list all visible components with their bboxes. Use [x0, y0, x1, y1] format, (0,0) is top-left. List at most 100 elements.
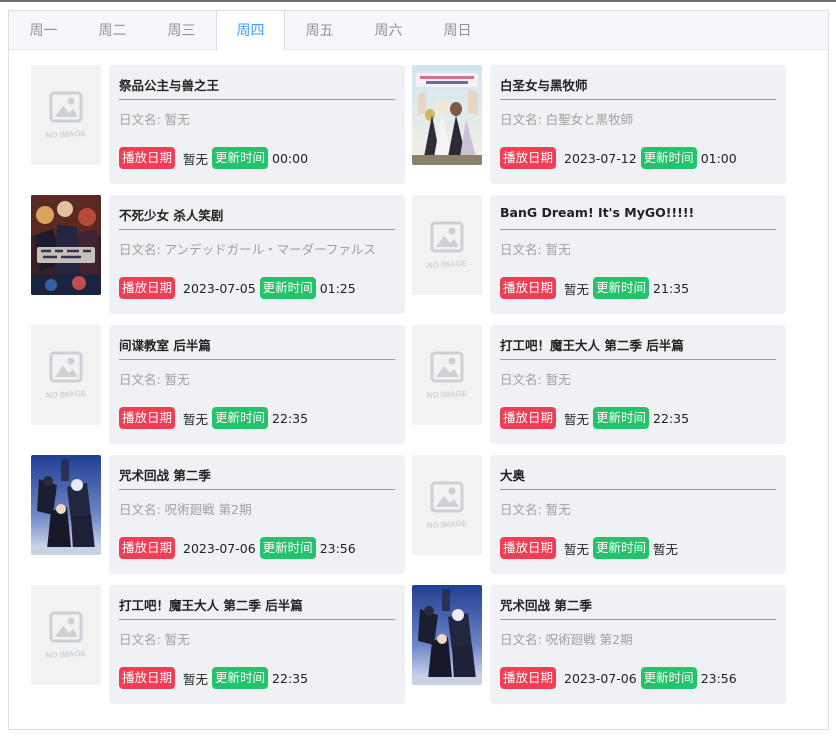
card-divider — [500, 489, 776, 490]
schedule-meta: 播放日期 暂无 更新时间 00:00 — [119, 147, 308, 169]
card-divider — [119, 359, 395, 360]
card-divider — [500, 99, 776, 100]
no-image-cover[interactable]: NO IMAGE — [412, 195, 482, 295]
update-time-value: 22:35 — [272, 670, 309, 686]
update-time-tag: 更新时间 — [259, 277, 316, 299]
cover-jujutsu-kaisen-image — [31, 455, 101, 555]
anime-card[interactable]: 咒术回战 第二季 日文名: 呪術廻戦 第2期 播放日期 2023-07-06 更… — [490, 585, 786, 704]
schedule-meta: 播放日期 2023-07-05 更新时间 01:25 — [119, 277, 356, 299]
anime-title[interactable]: 打工吧！魔王大人 第二季 后半篇 — [119, 595, 395, 614]
anime-title[interactable]: 不死少女 杀人笑剧 — [119, 205, 395, 224]
card-divider — [119, 489, 395, 490]
schedule-panel: 周一 周二 周三 周四 周五 周六 周日 NO IMAGE 祭品公主与兽之王 日文名: 暂无… — [8, 10, 829, 730]
air-date-tag: 播放日期 — [500, 667, 557, 689]
air-date-value: 暂无 — [564, 281, 590, 297]
anime-card[interactable]: 打工吧！魔王大人 第二季 后半篇 日文名: 暂无 播放日期 暂无 更新时间 22… — [109, 585, 405, 704]
update-time-value: 01:00 — [700, 150, 737, 166]
anime-title[interactable]: 祭品公主与兽之王 — [119, 75, 395, 94]
cover-shiro-seijo-image — [412, 65, 482, 165]
no-image-cover[interactable]: NO IMAGE — [412, 325, 482, 425]
air-date-value: 2023-07-06 — [564, 670, 637, 686]
anime-title[interactable]: BanG Dream! It's MyGO!!!!! — [500, 205, 776, 220]
update-time-tag: 更新时间 — [640, 147, 697, 169]
anime-card[interactable]: 打工吧！魔王大人 第二季 后半篇 日文名: 暂无 播放日期 暂无 更新时间 22… — [490, 325, 786, 444]
update-time-value: 22:35 — [653, 410, 690, 426]
anime-title[interactable]: 白圣女与黑牧师 — [500, 75, 776, 94]
update-time-value: 23:56 — [700, 670, 737, 686]
anime-title[interactable]: 咒术回战 第二季 — [500, 595, 776, 614]
update-time-tag: 更新时间 — [593, 277, 650, 299]
schedule-meta: 播放日期 暂无 更新时间 22:35 — [119, 407, 308, 429]
anime-title[interactable]: 打工吧！魔王大人 第二季 后半篇 — [500, 335, 776, 354]
update-time-tag: 更新时间 — [259, 537, 316, 559]
no-image-cover[interactable]: NO IMAGE — [31, 65, 101, 165]
anime-card-grid: NO IMAGE 祭品公主与兽之王 日文名: 暂无 播放日期 暂无 更新时间 0… — [9, 11, 828, 729]
no-image-placeholder-icon: NO IMAGE — [412, 195, 482, 295]
card-divider — [500, 619, 776, 620]
anime-title[interactable]: 大奥 — [500, 465, 776, 484]
japanese-name: 日文名: 暂无 — [119, 632, 190, 647]
air-date-value: 暂无 — [564, 541, 590, 557]
air-date-value: 2023-07-12 — [564, 150, 637, 166]
anime-card[interactable]: 白圣女与黑牧师 日文名: 白聖女と黒牧師 播放日期 2023-07-12 更新时… — [490, 65, 786, 184]
japanese-name: 日文名: 呪術廻戦 第2期 — [500, 632, 633, 647]
no-image-cover[interactable]: NO IMAGE — [31, 585, 101, 685]
update-time-value: 01:25 — [319, 280, 356, 296]
air-date-tag: 播放日期 — [119, 667, 176, 689]
anime-card[interactable]: BanG Dream! It's MyGO!!!!! 日文名: 暂无 播放日期 … — [490, 195, 786, 314]
anime-cover[interactable] — [412, 585, 482, 685]
card-divider — [119, 99, 395, 100]
schedule-meta: 播放日期 2023-07-06 更新时间 23:56 — [119, 537, 356, 559]
japanese-name: 日文名: 暂无 — [500, 502, 571, 517]
no-image-placeholder-icon: NO IMAGE — [31, 325, 101, 425]
update-time-tag: 更新时间 — [640, 667, 697, 689]
schedule-meta: 播放日期 暂无 更新时间 22:35 — [500, 407, 689, 429]
schedule-meta: 播放日期 2023-07-06 更新时间 23:56 — [500, 667, 737, 689]
update-time-tag: 更新时间 — [593, 537, 650, 559]
air-date-value: 暂无 — [183, 151, 209, 167]
air-date-tag: 播放日期 — [500, 277, 557, 299]
update-time-value: 暂无 — [653, 541, 679, 557]
air-date-tag: 播放日期 — [500, 407, 557, 429]
japanese-name: 日文名: 呪術廻戦 第2期 — [119, 502, 252, 517]
update-time-value: 23:56 — [319, 540, 356, 556]
update-time-tag: 更新时间 — [212, 147, 269, 169]
cover-jujutsu-kaisen-image — [412, 585, 482, 685]
air-date-tag: 播放日期 — [119, 537, 176, 559]
update-time-value: 00:00 — [272, 150, 309, 166]
air-date-value: 暂无 — [183, 411, 209, 427]
anime-title[interactable]: 间谍教室 后半篇 — [119, 335, 395, 354]
no-image-placeholder-icon: NO IMAGE — [412, 455, 482, 555]
anime-card[interactable]: 大奥 日文名: 暂无 播放日期 暂无 更新时间 暂无 — [490, 455, 786, 574]
japanese-name: 日文名: アンデッドガール・マーダーファルス — [119, 242, 376, 257]
air-date-value: 2023-07-06 — [183, 540, 256, 556]
anime-title[interactable]: 咒术回战 第二季 — [119, 465, 395, 484]
window-top-border — [0, 0, 836, 2]
anime-card[interactable]: 咒术回战 第二季 日文名: 呪術廻戦 第2期 播放日期 2023-07-06 更… — [109, 455, 405, 574]
no-image-placeholder-icon: NO IMAGE — [31, 65, 101, 165]
japanese-name: 日文名: 暂无 — [119, 372, 190, 387]
no-image-placeholder-icon: NO IMAGE — [31, 585, 101, 685]
anime-card[interactable]: 间谍教室 后半篇 日文名: 暂无 播放日期 暂无 更新时间 22:35 — [109, 325, 405, 444]
air-date-tag: 播放日期 — [119, 277, 176, 299]
card-divider — [119, 619, 395, 620]
anime-cover[interactable] — [31, 195, 101, 295]
no-image-placeholder-icon: NO IMAGE — [412, 325, 482, 425]
no-image-cover[interactable]: NO IMAGE — [412, 455, 482, 555]
anime-cover[interactable] — [31, 455, 101, 555]
update-time-tag: 更新时间 — [593, 407, 650, 429]
anime-cover[interactable] — [412, 65, 482, 165]
schedule-meta: 播放日期 暂无 更新时间 21:35 — [500, 277, 689, 299]
anime-card[interactable]: 祭品公主与兽之王 日文名: 暂无 播放日期 暂无 更新时间 00:00 — [109, 65, 405, 184]
card-divider — [500, 229, 776, 230]
air-date-value: 2023-07-05 — [183, 280, 256, 296]
japanese-name: 日文名: 暂无 — [500, 372, 571, 387]
air-date-tag: 播放日期 — [119, 147, 176, 169]
card-divider — [500, 359, 776, 360]
anime-card[interactable]: 不死少女 杀人笑剧 日文名: アンデッドガール・マーダーファルス 播放日期 20… — [109, 195, 405, 314]
card-divider — [119, 229, 395, 230]
japanese-name: 日文名: 暂无 — [500, 242, 571, 257]
update-time-tag: 更新时间 — [212, 667, 269, 689]
japanese-name: 日文名: 白聖女と黒牧師 — [500, 112, 634, 127]
no-image-cover[interactable]: NO IMAGE — [31, 325, 101, 425]
